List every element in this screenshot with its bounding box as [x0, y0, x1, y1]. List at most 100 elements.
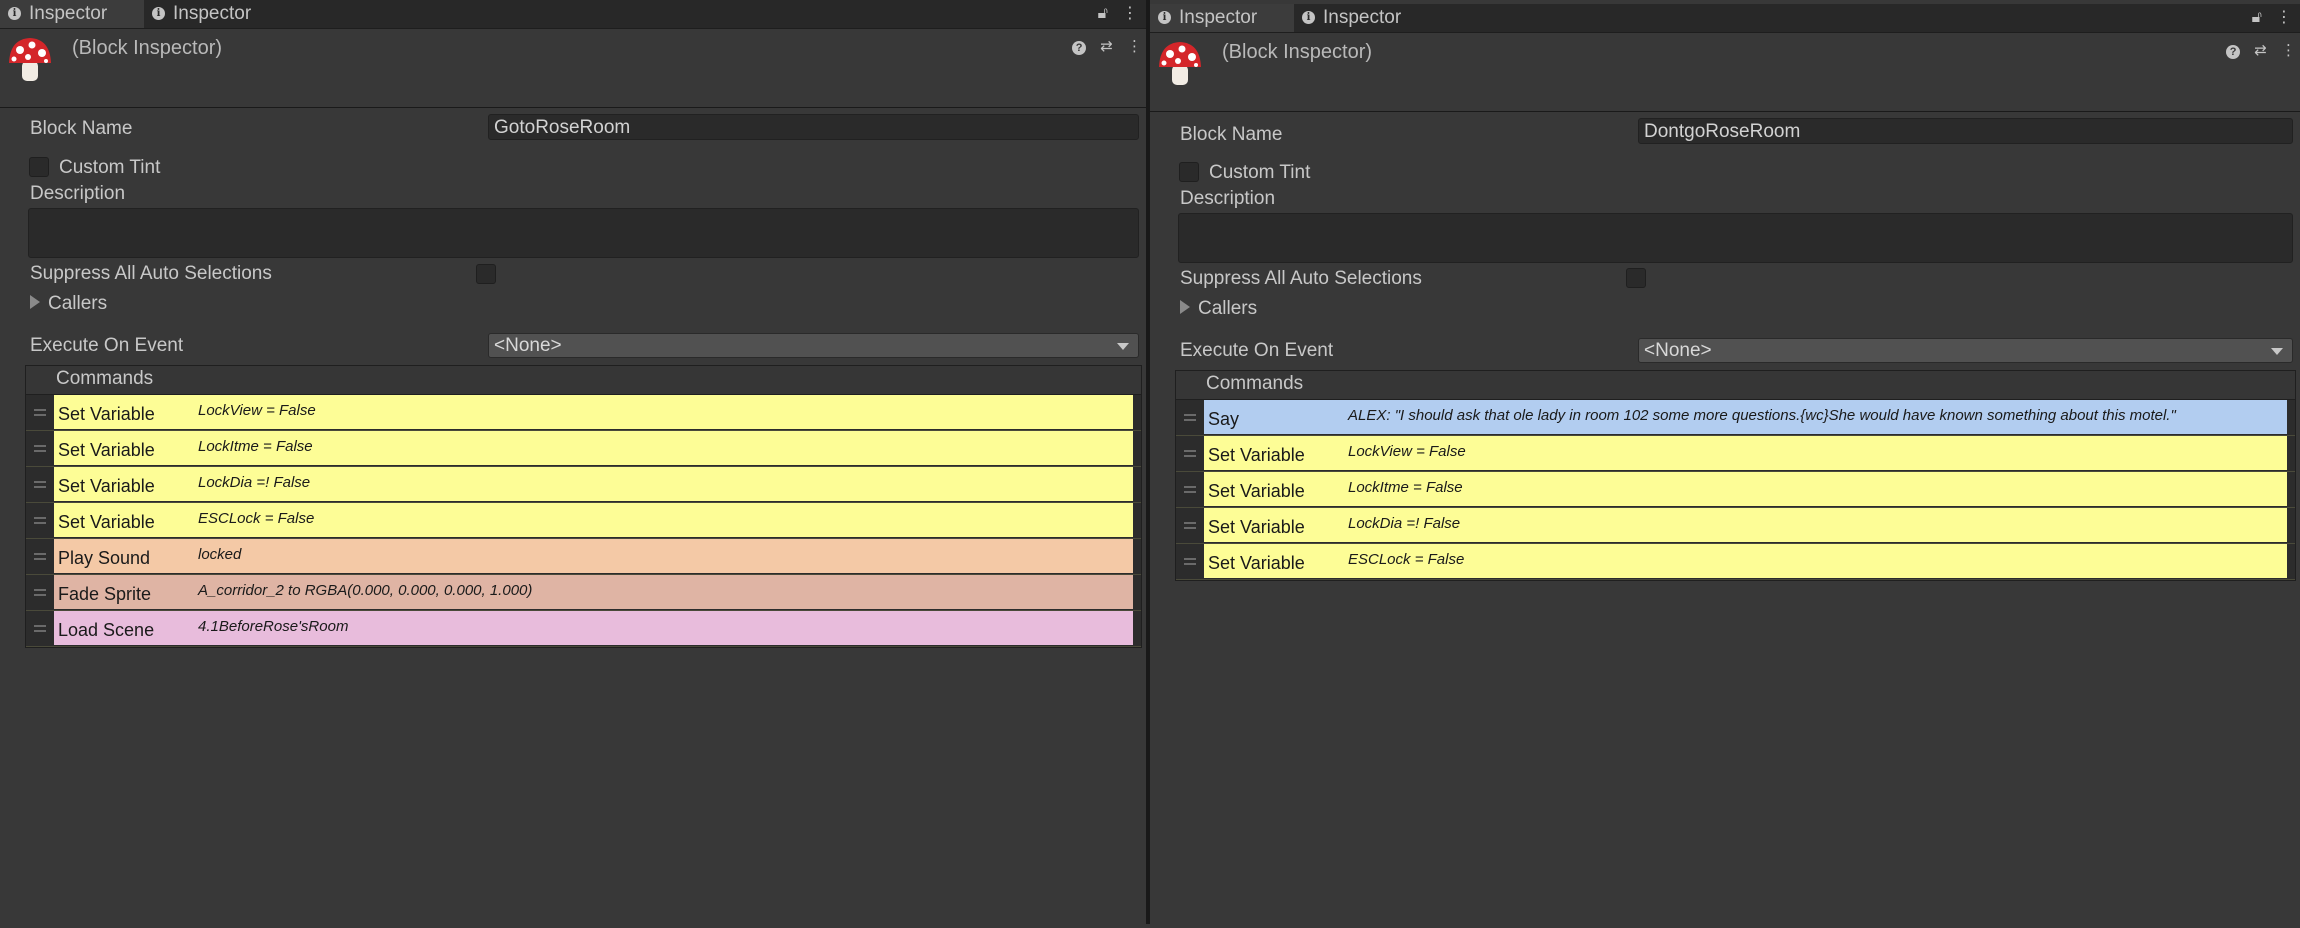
commands-header: Commands [1176, 371, 2295, 400]
command-row[interactable]: Set Variable ESCLock = False [26, 503, 1141, 539]
more-menu-icon[interactable]: ⋮ [1122, 5, 1138, 22]
command-row[interactable]: Fade Sprite A_corridor_2 to RGBA(0.000, 0… [26, 575, 1141, 611]
callers-foldout[interactable]: Callers [1180, 298, 1257, 320]
command-row[interactable]: Set Variable LockDia =! False [1176, 508, 2295, 544]
drag-handle-icon[interactable] [34, 517, 46, 527]
execute-on-event-label: Execute On Event [30, 335, 184, 356]
command-cell[interactable]: Set Variable LockView = False [1204, 436, 2287, 470]
command-name: Set Variable [1208, 481, 1305, 501]
command-row[interactable]: Set Variable LockView = False [1176, 436, 2295, 472]
block-name-field[interactable]: GotoRoseRoom [488, 114, 1139, 140]
command-row[interactable]: Load Scene 4.1BeforeRose'sRoom [26, 611, 1141, 647]
command-cell[interactable]: Set Variable LockDia =! False [54, 467, 1133, 501]
command-name: Play Sound [58, 548, 151, 568]
chevron-down-icon [2271, 348, 2283, 355]
block-name-label: Block Name [30, 118, 133, 139]
drag-handle-icon[interactable] [1184, 522, 1196, 532]
lock-icon[interactable]: 🔓︎ [1098, 5, 1108, 22]
inspector-panel-left: i Inspector i Inspector 🔓︎ ⋮ (Block Inspect… [0, 0, 1146, 924]
custom-tint-label: Custom Tint [1209, 162, 1311, 183]
command-summary: LockView = False [198, 402, 316, 419]
description-label: Description [30, 183, 126, 204]
chevron-down-icon [1117, 343, 1129, 350]
command-cell[interactable]: Set Variable ESCLock = False [54, 503, 1133, 537]
drag-handle-icon[interactable] [1184, 450, 1196, 460]
command-name: Set Variable [1208, 517, 1305, 537]
tab-inspector-1[interactable]: i Inspector [1150, 4, 1294, 32]
suppress-checkbox[interactable] [1626, 268, 1646, 288]
command-row[interactable]: Play Sound locked [26, 539, 1141, 575]
header-tools: ? ⇄ ⋮ [2216, 41, 2296, 59]
info-icon: i [8, 7, 21, 21]
command-summary: 4.1BeforeRose'sRoom [198, 618, 349, 635]
tab-inspector-1[interactable]: i Inspector [0, 0, 144, 28]
drag-handle-icon[interactable] [34, 481, 46, 491]
command-name: Set Variable [1208, 445, 1305, 465]
callers-foldout[interactable]: Callers [30, 293, 107, 315]
more-menu-icon[interactable]: ⋮ [1127, 37, 1142, 55]
command-cell[interactable]: Say ALEX: "I should ask that ole lady in … [1204, 400, 2287, 434]
preset-icon[interactable]: ⇄ [2254, 41, 2267, 59]
custom-tint-checkbox[interactable] [1179, 162, 1199, 182]
more-menu-icon[interactable]: ⋮ [2276, 9, 2292, 26]
lock-icon[interactable]: 🔓︎ [2252, 9, 2262, 26]
description-field[interactable] [1178, 213, 2293, 263]
drag-handle-icon[interactable] [34, 625, 46, 635]
drag-handle-icon[interactable] [1184, 414, 1196, 424]
command-cell[interactable]: Set Variable LockItme = False [1204, 472, 2287, 506]
drag-handle-icon[interactable] [34, 445, 46, 455]
description-field[interactable] [28, 208, 1139, 258]
suppress-label: Suppress All Auto Selections [1180, 268, 1422, 289]
command-summary: locked [198, 546, 242, 563]
tab-inspector-2[interactable]: i Inspector [144, 0, 282, 28]
command-name: Say [1208, 409, 1240, 429]
drag-handle-icon[interactable] [1184, 486, 1196, 496]
preset-icon[interactable]: ⇄ [1100, 37, 1113, 55]
commands-header: Commands [26, 366, 1141, 395]
command-row[interactable]: Set Variable LockItme = False [26, 431, 1141, 467]
command-row[interactable]: Set Variable LockView = False [26, 395, 1141, 431]
description-label: Description [1180, 188, 1276, 209]
block-name-field[interactable]: DontgoRoseRoom [1638, 118, 2293, 144]
block-name-label: Block Name [1180, 124, 1283, 145]
command-cell[interactable]: Play Sound locked [54, 539, 1133, 573]
info-icon: i [1158, 11, 1171, 25]
triangle-right-icon [30, 295, 40, 310]
more-menu-icon[interactable]: ⋮ [2281, 41, 2296, 59]
command-row[interactable]: Say ALEX: "I should ask that ole lady in … [1176, 400, 2295, 436]
command-name: Set Variable [1208, 553, 1305, 573]
command-summary: LockView = False [1348, 443, 1466, 460]
command-row[interactable]: Set Variable LockDia =! False [26, 467, 1141, 503]
command-name: Load Scene [58, 620, 155, 640]
drag-handle-icon[interactable] [34, 589, 46, 599]
info-icon: i [1302, 11, 1315, 25]
command-cell[interactable]: Load Scene 4.1BeforeRose'sRoom [54, 611, 1133, 645]
commands-list: Commands Set Variable LockView = False Set… [25, 365, 1142, 648]
command-summary: ESCLock = False [198, 510, 315, 527]
command-name: Set Variable [58, 440, 155, 460]
command-name: Set Variable [58, 476, 155, 496]
help-icon[interactable]: ? [1072, 41, 1087, 55]
execute-on-event-dropdown[interactable]: <None> [488, 333, 1139, 358]
custom-tint-label: Custom Tint [59, 157, 161, 178]
command-cell[interactable]: Set Variable LockDia =! False [1204, 508, 2287, 542]
tab-inspector-2[interactable]: i Inspector [1294, 4, 1432, 32]
drag-handle-icon[interactable] [34, 553, 46, 563]
command-cell[interactable]: Fade Sprite A_corridor_2 to RGBA(0.000, 0… [54, 575, 1133, 609]
help-icon[interactable]: ? [2226, 45, 2241, 59]
drag-handle-icon[interactable] [34, 409, 46, 419]
execute-on-event-dropdown[interactable]: <None> [1638, 338, 2293, 363]
suppress-checkbox[interactable] [476, 264, 496, 284]
command-summary: ESCLock = False [1348, 551, 1465, 568]
suppress-label: Suppress All Auto Selections [30, 263, 272, 284]
command-cell[interactable]: Set Variable ESCLock = False [1204, 544, 2287, 578]
command-row[interactable]: Set Variable LockItme = False [1176, 472, 2295, 508]
drag-handle-icon[interactable] [1184, 558, 1196, 568]
command-cell[interactable]: Set Variable LockItme = False [54, 431, 1133, 465]
custom-tint-checkbox[interactable] [29, 157, 49, 177]
command-name: Fade Sprite [58, 584, 152, 604]
tab-tools: 🔓︎ ⋮ [1084, 0, 1138, 28]
command-row[interactable]: Set Variable ESCLock = False [1176, 544, 2295, 580]
tab-tools: 🔓︎ ⋮ [2238, 4, 2292, 32]
command-cell[interactable]: Set Variable LockView = False [54, 395, 1133, 429]
